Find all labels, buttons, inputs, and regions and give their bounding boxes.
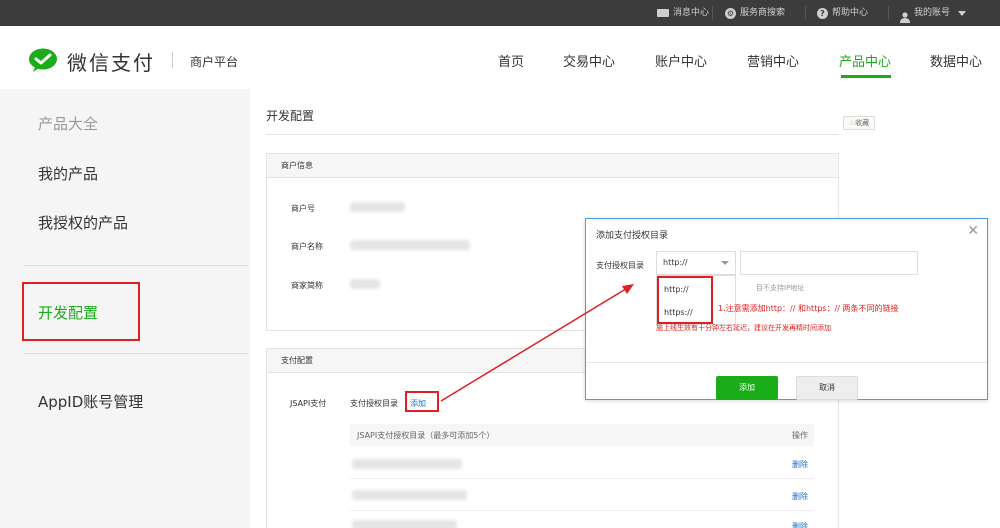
ops-column-header: 操作 (792, 431, 808, 440)
delete-link[interactable]: 删除 (792, 521, 808, 528)
highlight-box-sidebar (22, 282, 140, 341)
sidebar-divider (24, 353, 248, 354)
delay-warning: 施上线生效有十分钟左右延迟，建议在开发再精时间添加 (656, 324, 831, 332)
auth-dir-label: 支付授权目录 (350, 399, 398, 408)
logo-text: 微信支付 (67, 51, 155, 75)
service-search-link[interactable]: ⚙ 服务商搜索 (725, 0, 785, 26)
sidebar-item-authorized-products[interactable]: 我授权的产品 (38, 212, 128, 233)
sidebar-title: 产品大全 (38, 115, 99, 133)
account-menu[interactable]: 我的账号 (900, 0, 967, 26)
nav-product-center[interactable]: 产品中心 (839, 51, 891, 70)
chevron-down-icon (958, 10, 967, 16)
protocol-select-value: http:// (663, 258, 688, 267)
message-icon (657, 9, 669, 17)
dialog-title: 添加支付授权目录 (596, 231, 669, 241)
wechat-pay-logo-icon (28, 48, 58, 72)
merchant-info-header: 商户信息 (267, 154, 838, 178)
merchant-name-label: 商户名称 (291, 242, 323, 251)
row-divider (350, 478, 814, 479)
nav-data-center[interactable]: 数据中心 (930, 51, 982, 70)
user-icon (900, 8, 910, 23)
sidebar-divider (24, 265, 248, 266)
merchant-id-value-redacted (350, 202, 405, 212)
row-divider (350, 510, 814, 511)
sidebar-item-my-products[interactable]: 我的产品 (38, 163, 98, 184)
close-icon[interactable]: ✕ (967, 223, 979, 239)
cancel-button[interactable]: 取消 (796, 376, 858, 400)
topbar-divider (712, 6, 713, 20)
messages-label: 消息中心 (673, 8, 710, 18)
auth-dir-value-redacted (352, 490, 467, 500)
auth-dir-value-redacted (352, 520, 457, 528)
help-icon: ? (817, 7, 828, 19)
title-divider (266, 134, 839, 135)
logo-divider (172, 52, 173, 68)
nav-home[interactable]: 首页 (498, 51, 524, 70)
top-bar: 消息中心 ⚙ 服务商搜索 ? 帮助中心 我的账号 (0, 0, 1000, 26)
auth-dir-input[interactable] (740, 251, 918, 275)
messages-link[interactable]: 消息中心 (657, 0, 709, 26)
add-auth-dir-dialog: 添加支付授权目录 ✕ 支付授权目录 http:// http:// https:… (585, 218, 988, 400)
protocol-select[interactable]: http:// (656, 251, 736, 275)
help-label: 帮助中心 (832, 8, 869, 18)
account-label: 我的账号 (914, 8, 951, 18)
merchant-short-name-value-redacted (350, 279, 380, 289)
merchant-id-label: 商户号 (291, 204, 315, 213)
help-link[interactable]: ? 帮助中心 (817, 0, 868, 26)
delete-link[interactable]: 删除 (792, 459, 808, 470)
dialog-divider (586, 362, 987, 363)
favorite-button[interactable]: ☆收藏 (843, 116, 875, 130)
auth-dir-value-redacted (352, 459, 462, 469)
nav-trade-center[interactable]: 交易中心 (563, 51, 615, 70)
merchant-name-value-redacted (350, 240, 470, 250)
annotation-note: 1.注意需添加http：// 和https：// 两条不同的链接 (718, 304, 899, 313)
jsapi-table-title: JSAPI支付授权目录（最多可添加5个） (357, 431, 495, 440)
favorite-label: 收藏 (855, 119, 870, 127)
delete-link[interactable]: 删除 (792, 491, 808, 502)
service-search-label: 服务商搜索 (740, 8, 786, 18)
sidebar-item-appid-management[interactable]: AppID账号管理 (38, 391, 143, 412)
nav-active-indicator (841, 75, 891, 78)
gear-icon: ⚙ (725, 7, 736, 19)
topbar-divider (888, 6, 889, 20)
highlight-box-add (405, 391, 439, 412)
nav-account-center[interactable]: 账户中心 (655, 51, 707, 70)
merchant-short-name-label: 商家简称 (291, 281, 323, 290)
highlight-box-options (657, 276, 713, 324)
ip-hint: 目不支持IP地址 (756, 284, 805, 292)
dialog-field-label: 支付授权目录 (596, 261, 644, 270)
confirm-add-button[interactable]: 添加 (716, 376, 778, 400)
jsapi-label: JSAPI支付 (290, 399, 327, 408)
chevron-down-icon (721, 261, 729, 265)
page-title: 开发配置 (266, 109, 315, 123)
topbar-divider (805, 6, 806, 20)
platform-name: 商户平台 (190, 55, 239, 69)
nav-marketing-center[interactable]: 营销中心 (747, 51, 799, 70)
